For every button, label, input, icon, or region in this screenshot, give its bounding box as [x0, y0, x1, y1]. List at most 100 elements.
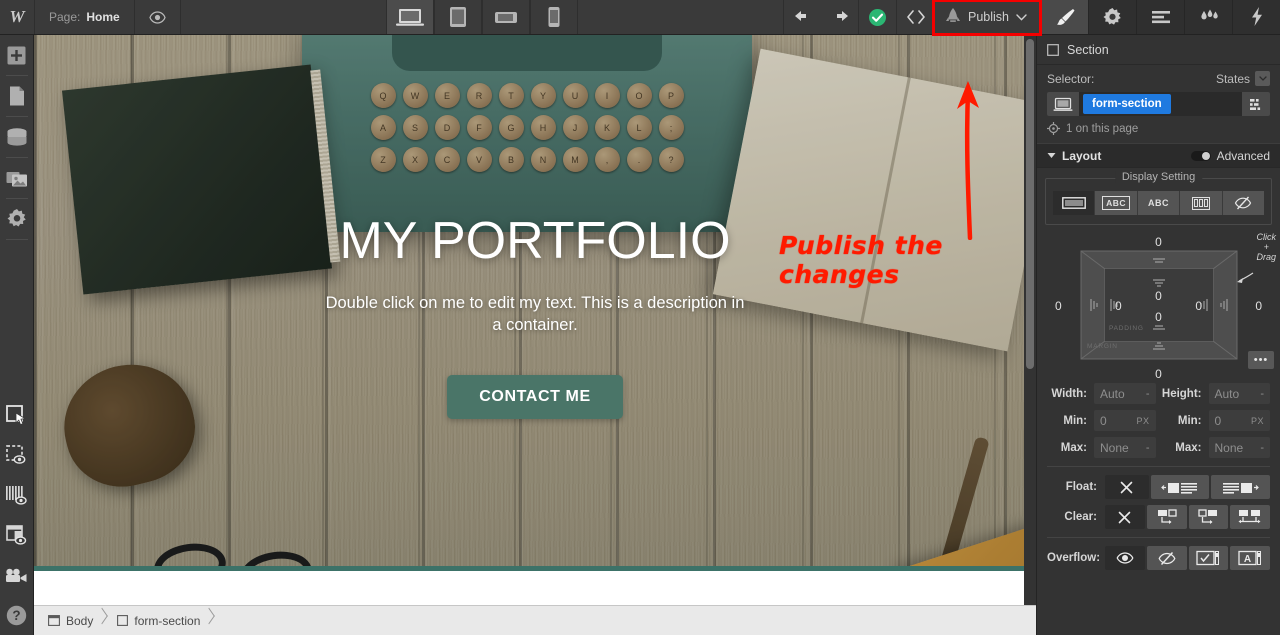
red-arrow-icon — [957, 81, 979, 241]
breadcrumb-item-body[interactable]: Body — [40, 606, 109, 635]
margin-bottom-value[interactable]: 0 — [1047, 367, 1270, 381]
padding-top-value[interactable]: 0 — [1047, 289, 1270, 303]
width-stepper-icon[interactable]: - — [1146, 388, 1150, 400]
toolbar-spacer-right — [578, 0, 783, 34]
hero-description[interactable]: Double click on me to edit my text. This… — [325, 292, 745, 337]
overflow-hidden-button[interactable] — [1146, 546, 1187, 570]
form-section-selected[interactable] — [34, 566, 1036, 605]
layout-section-header[interactable]: Layout Advanced — [1037, 143, 1280, 168]
overflow-auto-button[interactable]: A — [1230, 546, 1270, 570]
breakpoint-tablet[interactable] — [433, 0, 482, 34]
sidebar-item-element-preview[interactable] — [0, 435, 34, 475]
preview-toggle-button[interactable] — [135, 0, 181, 34]
box-model-more-button[interactable]: ••• — [1248, 351, 1274, 369]
tab-settings[interactable] — [1088, 0, 1136, 34]
max-height-input[interactable]: None - — [1208, 437, 1270, 458]
display-flex-button[interactable] — [1180, 191, 1223, 215]
box-model-editor[interactable]: 0 0 0 0 0 0 0 0 PADDING MARGIN Click + D… — [1047, 232, 1276, 381]
redo-arrow-icon — [836, 11, 848, 21]
min-width-control: Min: 0 PX — [1047, 410, 1156, 431]
max-width-control: Max: None - — [1047, 437, 1156, 458]
float-none-button[interactable] — [1105, 475, 1149, 499]
display-inline-button[interactable]: ABC — [1137, 191, 1181, 215]
breakpoint-mobile-landscape[interactable] — [481, 0, 530, 34]
margin-top-value[interactable]: 0 — [1047, 235, 1270, 249]
sidebar-item-layout-preview[interactable] — [0, 515, 34, 555]
tab-navigator[interactable] — [1136, 0, 1184, 34]
breadcrumb-item-form-section[interactable]: form-section — [109, 606, 216, 635]
sidebar-item-element-select[interactable] — [0, 395, 34, 435]
webflow-logo[interactable]: W — [0, 0, 35, 34]
design-canvas[interactable]: Q W E R T Y U I O P A S D F G H J K L ; … — [34, 35, 1036, 605]
selector-instance-count: 1 on this page — [1047, 122, 1270, 141]
redo-button[interactable] — [821, 0, 858, 34]
sidebar-item-help[interactable]: ? — [0, 595, 34, 635]
selector-input-row[interactable]: form-section — [1047, 92, 1270, 116]
tab-effects[interactable] — [1232, 0, 1280, 34]
publish-button[interactable]: Publish — [932, 0, 1043, 36]
size-controls: Width: Auto - Height: Auto - Min: 0 PX M… — [1047, 383, 1270, 458]
eye-slash-icon — [1235, 196, 1252, 210]
max-height-stepper-icon[interactable]: - — [1260, 442, 1264, 454]
max-width-input[interactable]: None - — [1094, 437, 1156, 458]
sidebar-item-guides[interactable] — [0, 475, 34, 515]
max-width-stepper-icon[interactable]: - — [1146, 442, 1150, 454]
tab-style[interactable] — [1040, 0, 1089, 34]
overflow-scroll-button[interactable] — [1188, 546, 1229, 570]
float-right-button[interactable] — [1211, 475, 1270, 499]
code-export-button[interactable] — [897, 0, 934, 34]
breakpoint-desktop[interactable] — [385, 0, 434, 34]
size-row-auto: Width: Auto - Height: Auto - — [1047, 383, 1270, 404]
min-width-input[interactable]: 0 PX — [1094, 410, 1156, 431]
states-caret-box[interactable] — [1255, 71, 1270, 86]
clear-both-button[interactable] — [1230, 505, 1270, 529]
padding-bottom-value[interactable]: 0 — [1047, 310, 1270, 324]
page-selector[interactable]: Page: Home — [35, 0, 135, 34]
top-toolbar: W Page: Home Publish — [0, 0, 1280, 36]
tab-interactions[interactable] — [1184, 0, 1232, 34]
selector-class-chip[interactable]: form-section — [1083, 94, 1171, 114]
undo-button[interactable] — [784, 0, 821, 34]
min-height-input[interactable]: 0 PX — [1208, 410, 1270, 431]
contact-me-button[interactable]: CONTACT ME — [447, 374, 623, 419]
advanced-toggle-switch[interactable] — [1190, 150, 1211, 161]
code-group — [896, 0, 934, 34]
right-panel-tabs — [1040, 0, 1280, 34]
box-model-diagram[interactable] — [1047, 237, 1271, 377]
overflow-label: Overflow: — [1047, 552, 1101, 564]
clear-none-button[interactable] — [1105, 505, 1145, 529]
sidebar-item-assets[interactable] — [0, 158, 34, 198]
hero-section[interactable]: Q W E R T Y U I O P A S D F G H J K L ; … — [34, 35, 1036, 566]
more-options-icon — [1250, 98, 1261, 110]
style-panel: Section Selector: States form-section 1 … — [1036, 35, 1280, 635]
x-icon — [1121, 481, 1133, 493]
clear-left-button[interactable] — [1146, 505, 1187, 529]
saved-indicator[interactable] — [859, 0, 896, 34]
selector-more-button[interactable] — [1242, 92, 1270, 116]
selector-input-space[interactable] — [1171, 92, 1242, 116]
height-stepper-icon[interactable]: - — [1260, 388, 1264, 400]
overflow-visible-button[interactable] — [1105, 546, 1145, 570]
clear-right-button[interactable] — [1188, 505, 1229, 529]
states-dropdown[interactable]: States — [1216, 71, 1270, 86]
svg-text:A: A — [1244, 554, 1251, 565]
breakpoint-mobile-portrait[interactable] — [529, 0, 578, 34]
padding-label: PADDING — [1109, 325, 1144, 332]
paintbrush-icon — [1056, 9, 1075, 25]
display-none-button[interactable] — [1222, 191, 1265, 215]
selector-device-button[interactable] — [1047, 92, 1079, 116]
sidebar-item-project-settings[interactable] — [0, 199, 34, 239]
mobile-landscape-icon — [494, 12, 517, 23]
code-brackets-icon — [906, 10, 925, 24]
sidebar-item-pages[interactable] — [0, 76, 34, 116]
gear-icon — [1103, 7, 1121, 25]
sidebar-item-video-tutorials[interactable] — [0, 555, 34, 595]
display-inline-block-button[interactable]: ABC — [1095, 191, 1138, 215]
height-input[interactable]: Auto - — [1208, 383, 1270, 404]
display-block-button[interactable] — [1053, 191, 1096, 215]
float-left-button[interactable] — [1150, 475, 1210, 499]
width-input[interactable]: Auto - — [1094, 383, 1156, 404]
sidebar-item-cms[interactable] — [0, 117, 34, 157]
sidebar-item-add-elements[interactable] — [0, 35, 34, 75]
advanced-toggle[interactable]: Advanced — [1190, 149, 1270, 163]
